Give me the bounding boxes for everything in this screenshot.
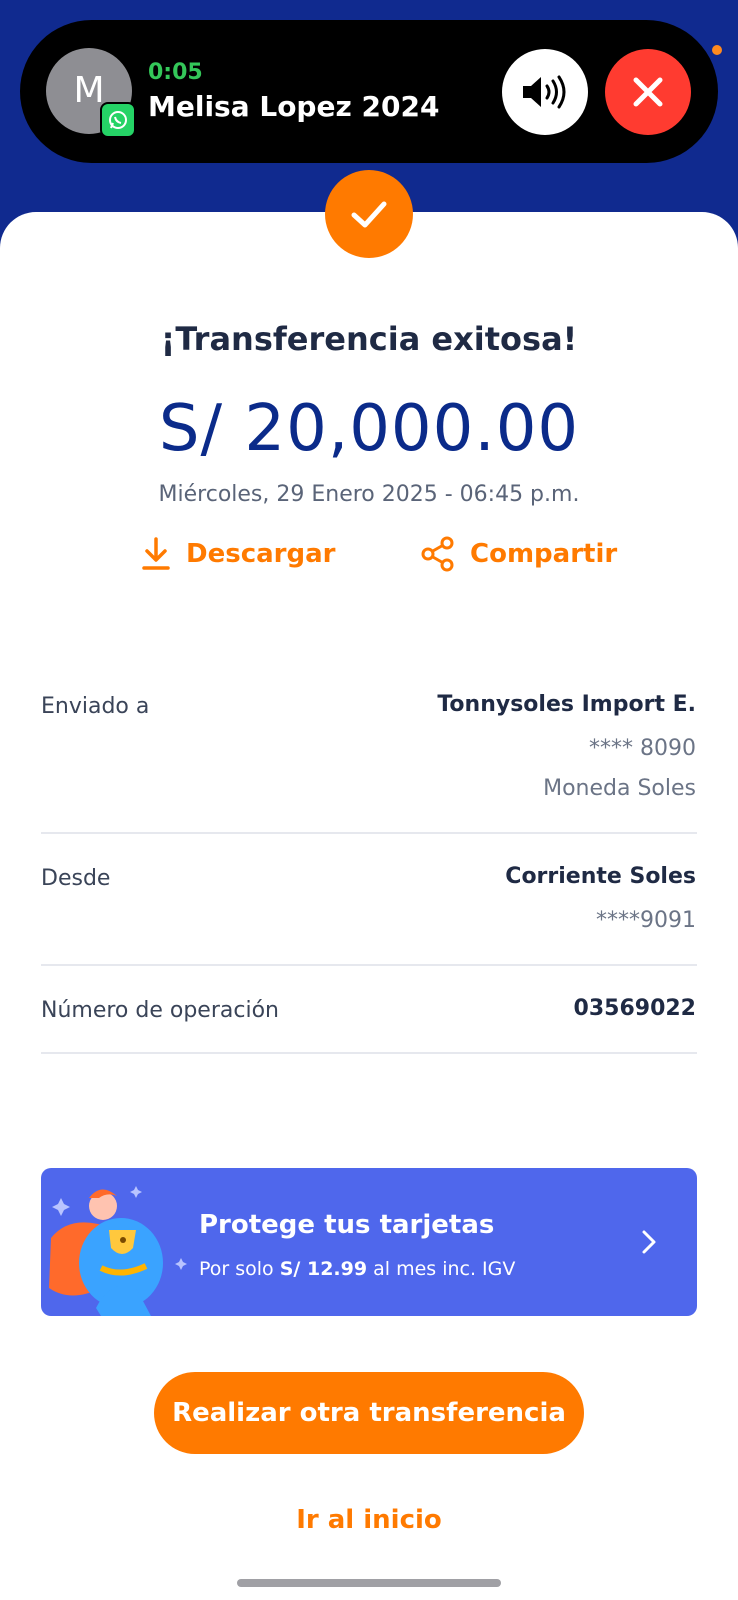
call-timer: 0:05 <box>148 60 203 85</box>
home-indicator[interactable] <box>237 1579 501 1587</box>
banner-subtitle: Por solo S/ 12.99 al mes inc. IGV <box>199 1258 515 1280</box>
recipient-currency: Moneda Soles <box>543 776 696 801</box>
close-icon <box>633 77 663 107</box>
banner-subtitle-suffix: al mes inc. IGV <box>367 1258 516 1280</box>
recipient-account: **** 8090 <box>589 736 696 761</box>
download-label: Descargar <box>186 539 336 569</box>
from-label: Desde <box>41 866 111 891</box>
protect-cards-banner[interactable]: Protege tus tarjetas Por solo S/ 12.99 a… <box>41 1168 697 1316</box>
sent-to-label: Enviado a <box>41 694 150 719</box>
banner-title: Protege tus tarjetas <box>199 1210 495 1240</box>
from-account-type: Corriente Soles <box>505 864 696 889</box>
recipient-name: Tonnysoles Import E. <box>437 692 696 717</box>
banner-subtitle-prefix: Por solo <box>199 1258 280 1280</box>
download-icon <box>142 537 170 570</box>
transfer-amount: S/ 20,000.00 <box>158 392 580 466</box>
banner-price: S/ 12.99 <box>279 1258 368 1280</box>
call-banner[interactable]: M 0:05 Melisa Lopez 2024 <box>20 20 718 163</box>
success-title: ¡Transferencia exitosa! <box>160 320 578 358</box>
speaker-icon <box>523 75 566 109</box>
end-call-button[interactable] <box>605 49 691 135</box>
divider <box>41 832 697 834</box>
whatsapp-icon <box>100 102 136 138</box>
share-icon <box>421 536 454 572</box>
success-check-icon <box>325 170 413 258</box>
operation-number-label: Número de operación <box>41 998 279 1023</box>
divider <box>41 1052 697 1054</box>
speaker-button[interactable] <box>502 49 588 135</box>
caller-avatar-initial: M <box>73 70 105 111</box>
go-home-link[interactable]: Ir al inicio <box>0 1505 738 1535</box>
operation-number: 03569022 <box>573 996 696 1021</box>
share-label: Compartir <box>470 539 618 569</box>
transfer-datetime: Miércoles, 29 Enero 2025 - 06:45 p.m. <box>158 482 580 507</box>
chevron-right-icon <box>642 1230 656 1254</box>
divider <box>41 964 697 966</box>
caller-name: Melisa Lopez 2024 <box>148 90 440 123</box>
share-button[interactable]: Compartir <box>420 536 617 572</box>
new-transfer-button[interactable]: Realizar otra transferencia <box>154 1372 584 1454</box>
privacy-indicator-dot <box>712 45 722 55</box>
download-button[interactable]: Descargar <box>140 536 335 572</box>
superhero-illustration <box>49 1186 187 1316</box>
from-account-number: ****9091 <box>596 908 696 933</box>
